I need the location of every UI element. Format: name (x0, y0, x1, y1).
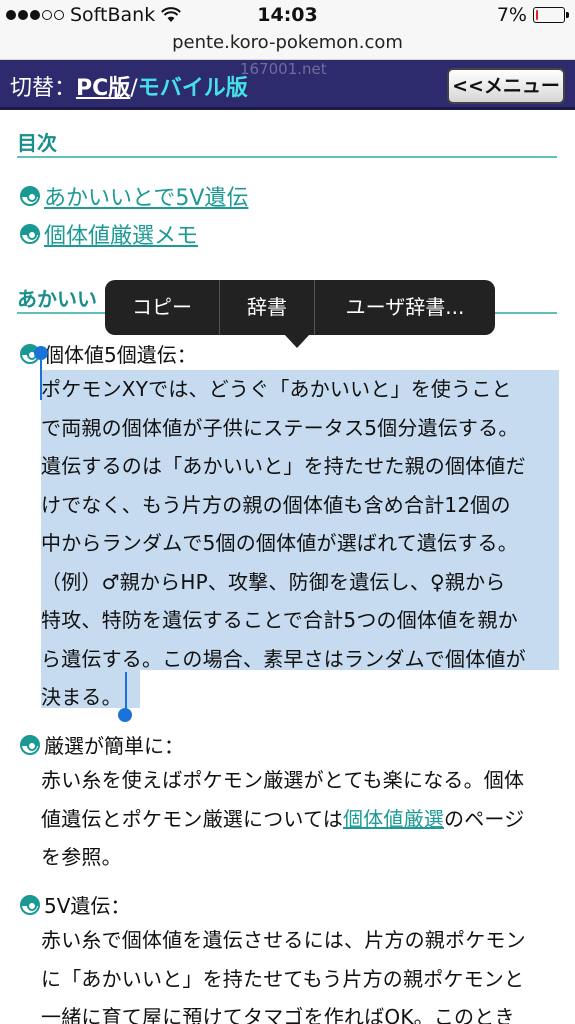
battery-area: 7% (496, 4, 569, 26)
item-heading-2: 厳選が簡単に： (20, 730, 184, 759)
pokeball-icon (20, 894, 40, 915)
battery-percent: 7% (496, 4, 527, 26)
status-bar: SoftBank 14:03 7% (0, 0, 575, 30)
selection-start-caret (40, 356, 42, 400)
iv-selection-link[interactable]: 個体値厳選 (343, 807, 444, 831)
item-body-3: 赤い糸で個体値を遺伝させるには、片方の親ポケモン に「あかいいと」を持たせてもう… (41, 928, 526, 1024)
toc-title: 目次 (17, 131, 57, 155)
switch-label: 切替： (10, 76, 77, 101)
pokeball-icon (20, 224, 40, 244)
menu-button[interactable]: <<メニュー (447, 68, 565, 104)
switch-slash: / (130, 76, 138, 101)
mobile-version-label: モバイル版 (137, 76, 248, 101)
dictionary-menu-item[interactable]: 辞書 (220, 280, 315, 335)
item-body-1: ポケモンXYでは、どうぐ「あかいいと」を使うこと で両親の個体値が子供にステータ… (41, 377, 526, 709)
url-bar[interactable]: pente.koro-pokemon.com (0, 30, 575, 60)
site-header: 167001.net 切替： PC版 / モバイル版 <<メニュー (0, 60, 575, 110)
clock: 14:03 (257, 4, 318, 26)
toc-link-2[interactable]: 個体値厳選メモ (20, 218, 198, 250)
selection-end-caret (125, 672, 127, 712)
pc-version-link[interactable]: PC版 (76, 70, 130, 102)
battery-icon (533, 7, 569, 23)
toc-divider (17, 156, 557, 158)
popup-arrow (284, 334, 310, 348)
user-dictionary-menu-item[interactable]: ユーザ辞書... (315, 280, 495, 335)
edit-menu-popup: コピー 辞書 ユーザ辞書... (105, 280, 495, 335)
section-title: あかいい (17, 287, 97, 311)
version-switch: 切替： PC版 / モバイル版 (10, 70, 248, 102)
pokeball-icon (20, 734, 40, 755)
pokeball-icon (20, 186, 40, 206)
toc-link-1[interactable]: あかいいとで5V遺伝 (20, 180, 248, 212)
selection-end-handle[interactable] (118, 708, 132, 722)
header-ghost-text: 167001.net (240, 60, 327, 78)
item-body-2: 赤い糸を使えばポケモン厳選がとても楽になる。個体 値遺伝とポケモン厳選については… (41, 768, 525, 869)
item-heading-3: 5V遺伝： (20, 890, 130, 919)
copy-menu-item[interactable]: コピー (105, 280, 220, 335)
